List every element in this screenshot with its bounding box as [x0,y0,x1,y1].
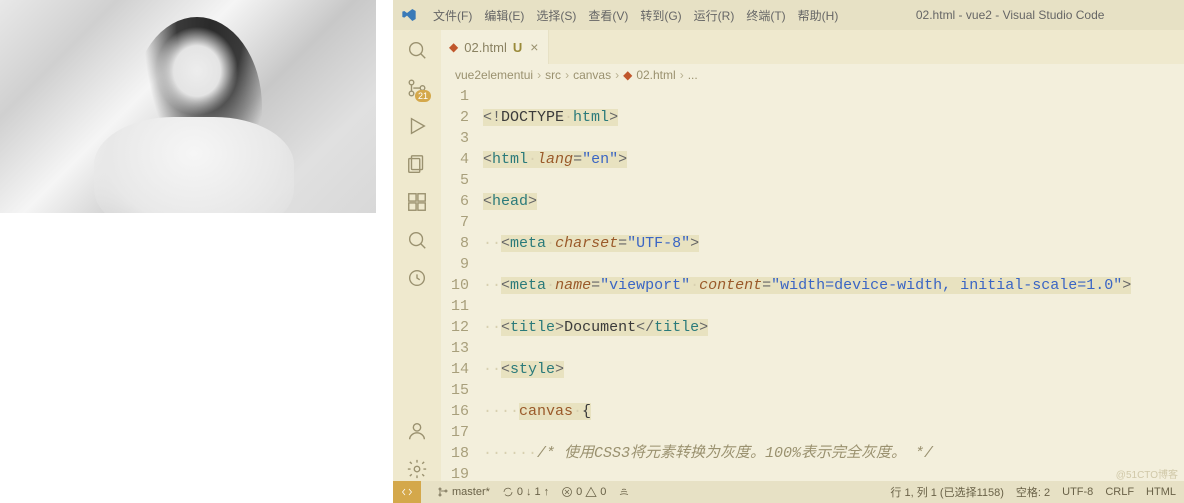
vscode-window: 文件(F) 编辑(E) 选择(S) 查看(V) 转到(G) 运行(R) 终端(T… [393,0,1184,503]
extensions-icon[interactable] [405,190,429,214]
tab-02-html[interactable]: ◆ 02.html U × [441,30,549,64]
status-bar: master* 0↓ 1↑ 0 0 行 1, 列 1 (已选择1158) 空格:… [393,481,1184,503]
breadcrumb-segment[interactable]: 02.html [636,68,675,82]
source-control-icon[interactable]: 21 [405,76,429,100]
scm-badge: 21 [415,90,431,102]
tab-bar: ◆ 02.html U × [441,30,1184,64]
activity-bar: 21 [393,30,441,481]
git-sync[interactable]: 0↓ 1↑ [502,486,549,498]
window-title: 02.html - vue2 - Visual Studio Code [844,8,1176,22]
watermark: @51CTO博客 [1116,466,1178,481]
settings-gear-icon[interactable] [405,457,429,481]
remote-indicator[interactable] [393,481,421,503]
live-server-icon[interactable] [618,486,630,498]
menu-file[interactable]: 文件(F) [427,7,478,24]
code-content[interactable]: <!DOCTYPE·html> <html·lang="en"> <head> … [483,86,1184,481]
menu-edit[interactable]: 编辑(E) [478,7,530,24]
breadcrumb-segment[interactable]: canvas [573,68,611,82]
code-editor[interactable]: 1234567891011121314151617181920 <!DOCTYP… [441,86,1184,481]
menu-terminal[interactable]: 终端(T) [740,7,791,24]
tab-modified-indicator: U [513,40,522,55]
menu-select[interactable]: 选择(S) [530,7,582,24]
menu-view[interactable]: 查看(V) [582,7,634,24]
tab-filename: 02.html [464,40,507,55]
titlebar: 文件(F) 编辑(E) 选择(S) 查看(V) 转到(G) 运行(R) 终端(T… [393,0,1184,30]
files-icon[interactable] [405,152,429,176]
breadcrumb-ellipsis[interactable]: ... [688,68,698,82]
encoding[interactable]: UTF-8 [1062,486,1093,498]
git-branch[interactable]: master* [437,486,490,498]
run-debug-icon[interactable] [405,114,429,138]
html-file-icon: ◆ [449,40,458,54]
html-file-icon: ◆ [623,68,632,82]
line-gutter: 1234567891011121314151617181920 [441,86,483,481]
menu-help[interactable]: 帮助(H) [792,7,845,24]
vscode-logo-icon [401,7,417,23]
problems[interactable]: 0 0 [561,486,606,498]
menu-run[interactable]: 运行(R) [688,7,741,24]
account-icon[interactable] [405,419,429,443]
indent-setting[interactable]: 空格: 2 [1016,484,1050,500]
explorer-icon[interactable] [405,38,429,62]
watch-icon[interactable] [405,266,429,290]
breadcrumbs[interactable]: vue2elementui› src› canvas› ◆ 02.html› .… [441,64,1184,86]
cursor-position[interactable]: 行 1, 列 1 (已选择1158) [890,484,1004,500]
eol[interactable]: CRLF [1105,486,1134,498]
breadcrumb-segment[interactable]: vue2elementui [455,68,533,82]
language-mode[interactable]: HTML [1146,486,1176,498]
grayscale-portrait-image [0,0,376,213]
tab-close-icon[interactable]: × [528,39,540,55]
breadcrumb-segment[interactable]: src [545,68,561,82]
menu-goto[interactable]: 转到(G) [634,7,687,24]
search-icon[interactable] [405,228,429,252]
